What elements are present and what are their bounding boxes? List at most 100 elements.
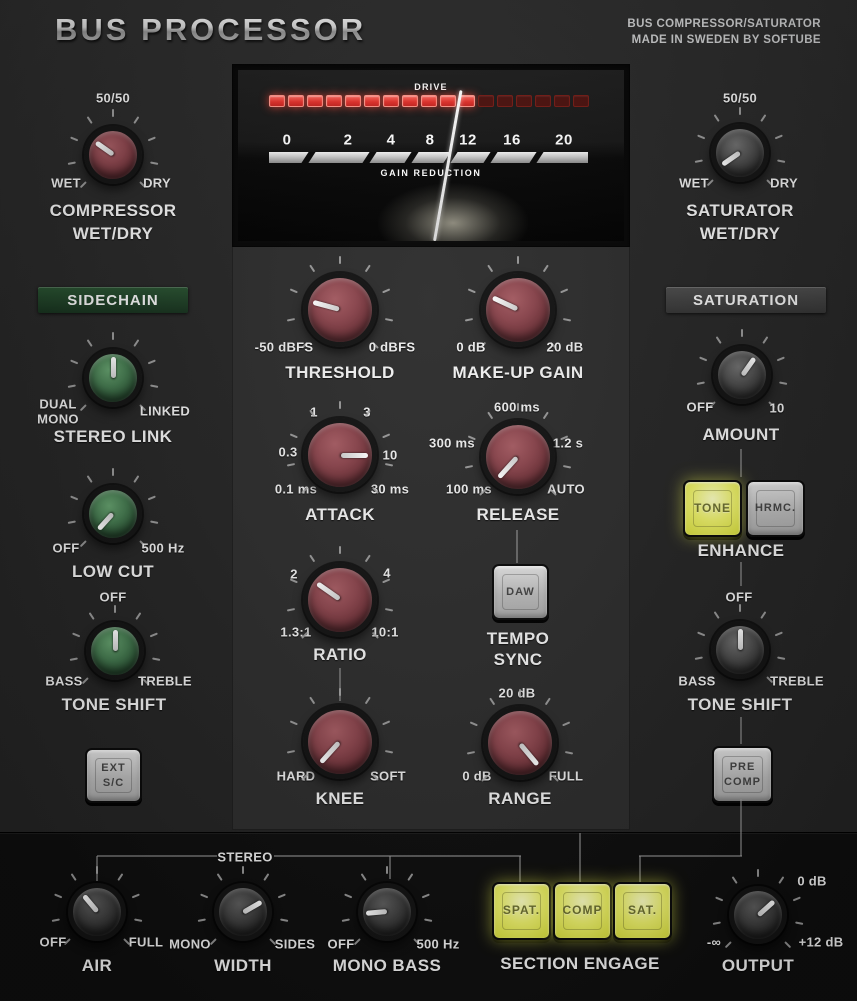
sat-wetdry-dry-label: DRY bbox=[770, 176, 798, 191]
tempo-sync-title-1: TEMPO bbox=[487, 629, 549, 649]
drive-led bbox=[573, 95, 589, 107]
tone-shift-right-title: TONE SHIFT bbox=[688, 695, 793, 715]
connector-sat-drop bbox=[639, 856, 641, 883]
attack-title: ATTACK bbox=[305, 505, 375, 525]
tone-shift-left-treble-label: TREBLE bbox=[138, 674, 192, 689]
connector-precomp-horizontal bbox=[639, 855, 742, 857]
knob-body bbox=[84, 485, 142, 543]
spat-button[interactable]: SPAT. bbox=[492, 882, 551, 940]
sidechain-banner: SIDECHAIN bbox=[38, 287, 188, 313]
drive-led bbox=[497, 95, 513, 107]
section-engage-title: SECTION ENGAGE bbox=[500, 954, 660, 974]
connector-stereo-left bbox=[97, 855, 217, 857]
vu-meter-face: DRIVE 0 2 4 8 12 16 20 GAIN REDUCTION bbox=[238, 70, 624, 241]
knob-body bbox=[358, 883, 416, 941]
width-mono-label: MONO bbox=[169, 937, 211, 952]
connector-precomp-down bbox=[740, 799, 742, 856]
knob-body bbox=[303, 418, 377, 492]
output-12db-label: +12 dB bbox=[799, 935, 844, 950]
knob-pointer bbox=[113, 630, 118, 651]
drive-led-row bbox=[269, 95, 589, 107]
threshold-min-label: -50 dBFS bbox=[255, 340, 314, 355]
knob-body bbox=[68, 883, 126, 941]
knob-body bbox=[711, 124, 769, 182]
enhance-title: ENHANCE bbox=[698, 541, 785, 561]
knob-pointer bbox=[316, 582, 341, 602]
connector-stereo-right bbox=[274, 855, 521, 857]
low-cut-500hz-label: 500 Hz bbox=[142, 541, 185, 556]
drive-led bbox=[383, 95, 399, 107]
ratio-knob[interactable] bbox=[284, 544, 396, 656]
saturation-banner: SATURATION bbox=[666, 287, 826, 313]
output-knob[interactable] bbox=[710, 867, 806, 963]
knob-pointer bbox=[366, 910, 387, 917]
attack-knob[interactable] bbox=[284, 399, 396, 511]
stereo-link-title: STEREO LINK bbox=[54, 427, 173, 447]
drive-led bbox=[345, 95, 361, 107]
knob-body bbox=[711, 621, 769, 679]
sat-button[interactable]: SAT. bbox=[613, 882, 672, 940]
tone-shift-left-title: TONE SHIFT bbox=[62, 695, 167, 715]
meter-glow bbox=[378, 183, 528, 241]
gain-reduction-label: GAIN REDUCTION bbox=[381, 168, 482, 178]
plugin-tagline: BUS COMPRESSOR/SATURATOR MADE IN SWEDEN … bbox=[627, 16, 821, 48]
stereo-link-linked-label: LINKED bbox=[140, 404, 190, 419]
scale-tick-8: 8 bbox=[426, 132, 435, 149]
tone-button-label: TONE bbox=[694, 501, 731, 517]
ratio-title: RATIO bbox=[313, 645, 367, 665]
hrmc-button[interactable]: HRMC. bbox=[746, 480, 805, 537]
drive-led bbox=[421, 95, 437, 107]
knob-body bbox=[214, 883, 272, 941]
scale-tick-2: 2 bbox=[344, 132, 353, 149]
scale-divider bbox=[482, 152, 499, 163]
daw-button[interactable]: DAW bbox=[492, 564, 549, 620]
range-title: RANGE bbox=[488, 789, 551, 809]
scale-tick-16: 16 bbox=[503, 132, 521, 149]
drive-led bbox=[269, 95, 285, 107]
ext-sc-line-2: S/C bbox=[103, 776, 124, 790]
amount-title: AMOUNT bbox=[703, 425, 780, 445]
gain-reduction-scale bbox=[269, 152, 588, 163]
tone-button[interactable]: TONE bbox=[683, 480, 742, 537]
pre-comp-button[interactable]: PRE COMP bbox=[712, 746, 773, 803]
drive-led bbox=[516, 95, 532, 107]
knob-pointer bbox=[721, 151, 741, 167]
knob-body bbox=[483, 706, 557, 780]
drive-led bbox=[288, 95, 304, 107]
pre-comp-line-1: PRE bbox=[730, 760, 756, 774]
pre-comp-line-2: COMP bbox=[724, 775, 761, 789]
bus-processor-plugin: { "header": { "title": "BUS PROCESSOR", … bbox=[0, 0, 857, 1000]
low-cut-off-label: OFF bbox=[53, 541, 80, 556]
scale-tick-20: 20 bbox=[555, 132, 573, 149]
vu-meter: DRIVE 0 2 4 8 12 16 20 GAIN REDUCTION bbox=[232, 64, 630, 247]
knob-pointer bbox=[242, 899, 263, 914]
knee-knob[interactable] bbox=[284, 686, 396, 798]
release-knob[interactable] bbox=[462, 401, 574, 513]
tone-shift-right-treble-label: TREBLE bbox=[770, 674, 824, 689]
range-knob[interactable] bbox=[464, 687, 576, 799]
air-title: AIR bbox=[82, 956, 112, 976]
knob-pointer bbox=[82, 894, 99, 913]
stereo-link-mono-label: MONO bbox=[37, 412, 79, 427]
knob-pointer bbox=[312, 300, 339, 312]
plugin-title: BUS PROCESSOR bbox=[55, 12, 366, 48]
scale-tick-4: 4 bbox=[387, 132, 396, 149]
ext-sc-button[interactable]: EXT S/C bbox=[85, 748, 142, 803]
daw-button-label: DAW bbox=[506, 585, 535, 599]
scale-divider bbox=[403, 152, 420, 163]
air-full-label: FULL bbox=[129, 935, 163, 950]
tagline-line-1: BUS COMPRESSOR/SATURATOR bbox=[627, 16, 821, 32]
comp-button[interactable]: COMP bbox=[553, 882, 612, 940]
knob-body bbox=[84, 126, 142, 184]
tempo-sync-title-2: SYNC bbox=[494, 650, 543, 670]
amount-10-label: 10 bbox=[769, 401, 784, 416]
knee-title: KNEE bbox=[316, 789, 365, 809]
knob-body bbox=[481, 420, 555, 494]
knob-pointer bbox=[740, 356, 756, 376]
release-title: RELEASE bbox=[476, 505, 559, 525]
knob-pointer bbox=[738, 629, 743, 650]
knob-pointer bbox=[94, 141, 114, 157]
knob-body bbox=[86, 622, 144, 680]
threshold-title: THRESHOLD bbox=[285, 363, 394, 383]
drive-led bbox=[364, 95, 380, 107]
